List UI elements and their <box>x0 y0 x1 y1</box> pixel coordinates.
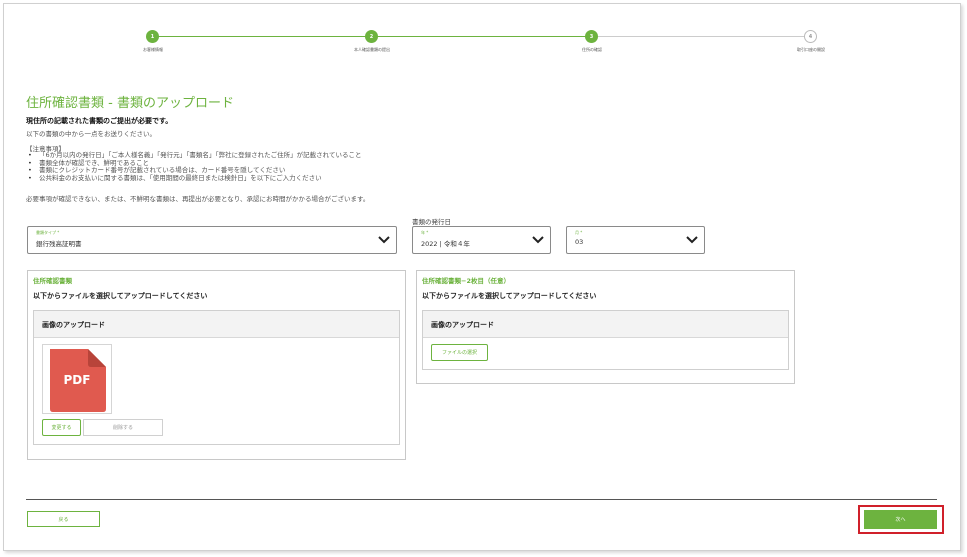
footer-divider <box>26 499 937 500</box>
upload-heading-bar: 画像のアップロード <box>423 311 788 338</box>
uploaded-file-thumbnail[interactable]: PDF <box>42 344 112 414</box>
image-upload-box: 画像のアップロード ファイルの選択 <box>422 310 789 370</box>
change-file-button[interactable]: 変更する <box>42 419 81 436</box>
upload-heading-bar: 画像のアップロード <box>34 311 399 338</box>
month-value: 03 <box>575 238 584 246</box>
upload-heading: 画像のアップロード <box>42 321 105 329</box>
step-2-dot: 2 <box>365 30 378 43</box>
stepper-line-pending <box>592 36 810 37</box>
select-file-button[interactable]: ファイルの選択 <box>431 344 488 361</box>
year-select[interactable]: 年 * 2022 | 令和４年 <box>412 226 551 254</box>
step-4-label: 取引口座の開設 <box>797 47 825 52</box>
intro-text: 以下の書類の中から一点をお送りください。 <box>26 130 156 138</box>
month-caption: 月 * <box>575 230 583 235</box>
back-button[interactable]: 戻る <box>27 511 100 527</box>
step-1-dot: 1 <box>146 30 159 43</box>
document-type-select[interactable]: 書類タイプ * 銀行残高証明書 <box>27 226 397 254</box>
panel-title: 住所確認書類−2枚目（任意） <box>422 277 510 285</box>
notes-list: 「6か月以内の発行日」「ご本人様名義」「発行元」「書類名」「弊社に登録されたご住… <box>28 151 361 183</box>
year-value: 2022 | 令和４年 <box>421 240 470 248</box>
address-document-second-panel: 住所確認書類−2枚目（任意） 以下からファイルを選択してアップロードしてください… <box>416 270 795 384</box>
chevron-down-icon <box>378 236 390 244</box>
step-3-dot: 3 <box>585 30 598 43</box>
address-document-panel: 住所確認書類 以下からファイルを選択してアップロードしてください 画像のアップロ… <box>27 270 406 460</box>
delete-file-button[interactable]: 削除する <box>83 419 163 436</box>
page-title: 住所確認書類 - 書類のアップロード <box>26 96 234 111</box>
chevron-down-icon <box>686 236 698 244</box>
chevron-down-icon <box>532 236 544 244</box>
upload-heading: 画像のアップロード <box>431 321 494 329</box>
pdf-file-label: PDF <box>63 373 91 387</box>
step-1-label: お客様情報 <box>143 47 163 52</box>
document-type-caption: 書類タイプ * <box>36 230 60 235</box>
panel-instruction: 以下からファイルを選択してアップロードしてください <box>33 292 208 300</box>
progress-stepper: 1 お客様情報 2 本人確認書類の提出 3 住所の確認 4 取引口座の開設 <box>0 0 967 60</box>
page-subtitle: 現住所の記載された書類のご提出が必要です。 <box>26 117 173 125</box>
month-select[interactable]: 月 * 03 <box>566 226 705 254</box>
next-button[interactable]: 次へ <box>864 510 937 529</box>
panel-title: 住所確認書類 <box>33 277 72 285</box>
issue-date-label: 書類の発行日 <box>412 218 451 226</box>
panel-instruction: 以下からファイルを選択してアップロードしてください <box>422 292 597 300</box>
image-upload-box: 画像のアップロード PDF 変更する 削除する <box>33 310 400 445</box>
document-type-value: 銀行残高証明書 <box>36 240 82 248</box>
notes-item: 公共料金のお支払いに関する書類は、「使用期間の最終日または検針日」を以下にご入力… <box>28 174 361 183</box>
warning-text: 必要事項が確認できない、または、不鮮明な書類は、再提出が必要となり、承認にお時間… <box>26 195 370 203</box>
year-caption: 年 * <box>421 230 429 235</box>
step-4-dot: 4 <box>804 30 817 43</box>
step-3-label: 住所の確認 <box>582 47 602 52</box>
step-2-label: 本人確認書類の提出 <box>354 47 390 52</box>
